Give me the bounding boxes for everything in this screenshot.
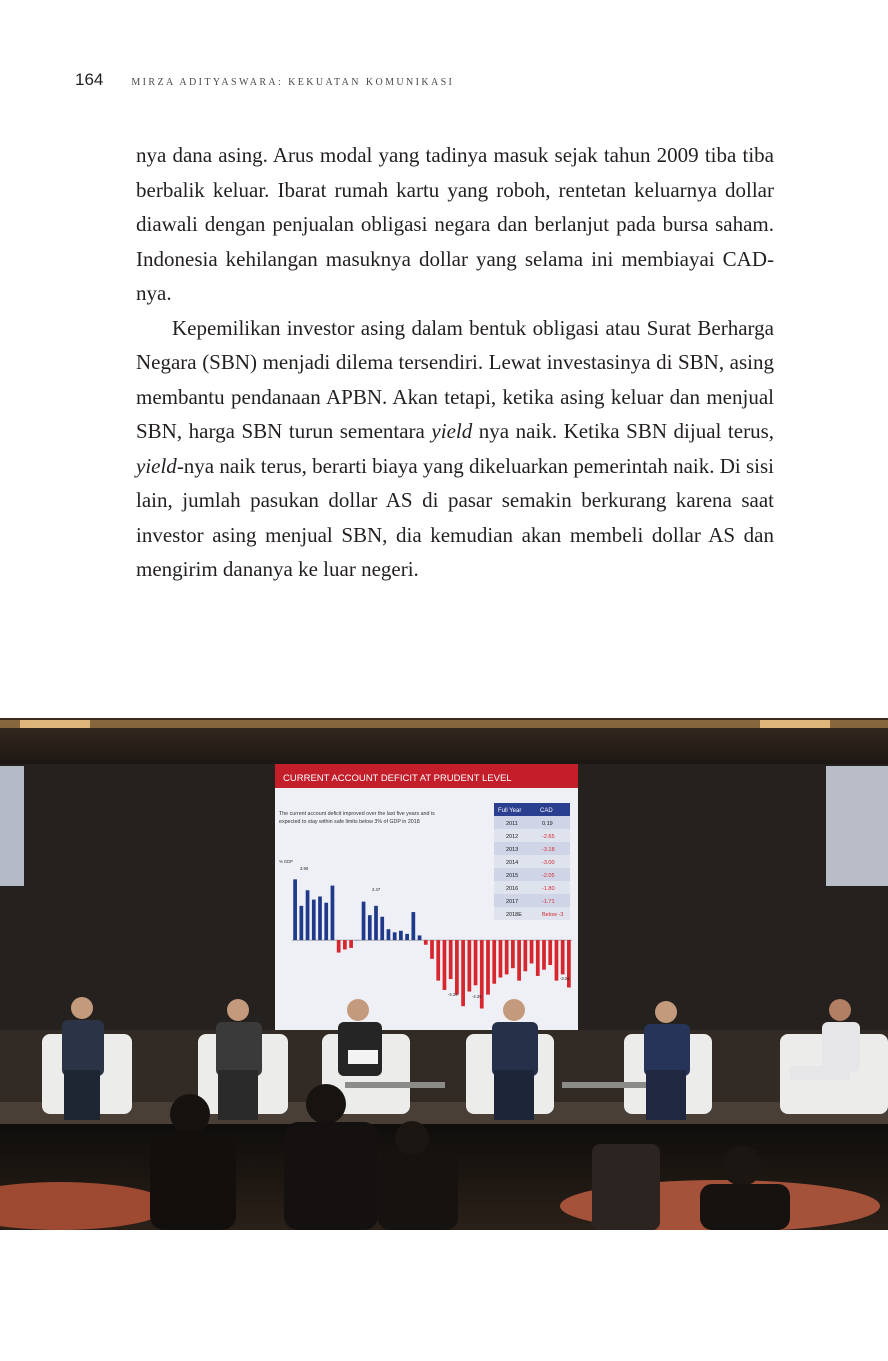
slide-table-cell: 2018E <box>506 912 522 918</box>
slide-table-cell: 2014 <box>506 860 518 866</box>
slide-table-cell: 2016 <box>506 886 518 892</box>
slide-chart-annotation: 2.47 <box>372 887 381 892</box>
slide-table-cell: -1.80 <box>542 886 555 892</box>
slide-chart-bar <box>492 940 497 984</box>
slide-chart-bar <box>380 916 385 941</box>
slide-subtitle-line-1: The current account deficit improved ove… <box>279 811 435 817</box>
running-title: Mirza Adityaswara: Kekuatan Komunikasi <box>131 77 455 88</box>
slide-table-cell: 2015 <box>506 873 518 879</box>
slide-chart-bar <box>318 896 322 941</box>
slide-chart-bar <box>349 940 353 948</box>
slide-chart-bar <box>467 940 472 992</box>
slide-table-header-cell: Full Year <box>498 808 521 814</box>
slide-chart-bar <box>517 940 521 981</box>
slide-cad-table: Full Year CAD 2011 0.19 2012 -2.65 2013 -3.18 20… <box>494 803 570 920</box>
slide-chart-bar <box>511 940 515 969</box>
slide-chart-bar <box>504 940 509 975</box>
slide-chart-bar <box>523 940 528 972</box>
slide-table-cell: -2.65 <box>542 834 555 840</box>
slide-chart-bar <box>399 930 403 941</box>
paragraph-2-yield-1: yield <box>431 419 473 443</box>
paragraph-1: nya dana asing. Arus modal yang tadinya … <box>136 138 774 311</box>
slide-chart-bar <box>392 932 397 941</box>
page-number: 164 <box>75 70 104 89</box>
presentation-slide: CURRENT ACCOUNT DEFICIT AT PRUDENT LEVEL… <box>275 764 578 1030</box>
slide-table-cell: 2011 <box>506 821 518 827</box>
slide-chart-annotation: -4.24 <box>448 992 458 997</box>
slide-table-cell: Below -3 <box>542 912 563 918</box>
slide-chart-bar <box>343 940 347 950</box>
slide-chart-bar <box>448 940 453 980</box>
slide-chart-bar <box>386 929 391 941</box>
slide-chart-bar <box>423 940 428 945</box>
slide-chart-bar <box>336 940 341 953</box>
slide-title: CURRENT ACCOUNT DEFICIT AT PRUDENT LEVEL <box>283 773 512 784</box>
slide-chart-bar <box>529 940 534 964</box>
slide-chart-bar <box>311 899 316 941</box>
slide-table-cell: 2012 <box>506 834 518 840</box>
slide-chart-bar <box>299 905 304 941</box>
slide-chart-bar <box>305 890 310 941</box>
slide-subtitle-line-2: expected to stay within safe limits belo… <box>279 819 420 825</box>
slide-chart-bar <box>498 940 503 978</box>
slide-chart-bar <box>405 933 409 941</box>
slide-chart-bar <box>293 879 297 941</box>
slide-chart-bar <box>461 940 465 1007</box>
paragraph-2-yield-2: yield <box>136 453 177 478</box>
slide-chart-bar <box>324 902 329 941</box>
slide-chart-bar <box>473 940 478 986</box>
body-text: nya dana asing. Arus modal yang tadinya … <box>136 138 774 587</box>
slide-chart-bar <box>361 901 366 941</box>
slide-chart-bar <box>330 885 335 941</box>
slide-table-header-cell: CAD <box>540 808 553 814</box>
slide-y-axis-title: % GDP <box>279 859 293 864</box>
slide-chart-bar <box>436 940 441 981</box>
slide-chart-bar <box>455 940 459 995</box>
slide-chart-bar <box>486 940 490 995</box>
event-photo: CURRENT ACCOUNT DEFICIT AT PRUDENT LEVEL… <box>0 718 888 1230</box>
slide-chart-annotation: -4.39 <box>472 994 482 999</box>
slide-table-cell: 0.19 <box>542 821 553 827</box>
paragraph-1-text: nya dana asing. Arus modal yang tadinya … <box>136 143 774 305</box>
slide-chart-bar <box>542 940 546 970</box>
slide-chart-bar <box>417 935 422 941</box>
paragraph-2-text-b: nya naik. Ketika SBN dijual terus, <box>472 419 774 443</box>
slide-chart-bar <box>560 940 565 975</box>
slide-table-cell: -3.00 <box>542 860 555 866</box>
paragraph-2-text-c: -nya naik terus, berarti biaya yang dike… <box>136 453 774 582</box>
slide-chart-bar <box>442 940 447 990</box>
slide-chart-annotation: 3.90 <box>300 866 309 871</box>
slide-chart-annotation: -3.04 <box>560 976 570 981</box>
slide-table-cell: 2013 <box>506 847 518 853</box>
running-header: 164 Mirza Adityaswara: Kekuatan Komunika… <box>75 70 454 94</box>
slide-chart-bar <box>411 912 416 941</box>
slide-chart-bar <box>430 940 434 959</box>
slide-chart-bar <box>535 940 540 976</box>
event-photo-svg: CURRENT ACCOUNT DEFICIT AT PRUDENT LEVEL… <box>0 718 888 1230</box>
slide-table-cell: -2.05 <box>542 873 555 879</box>
paragraph-2: Kepemilikan investor asing dalam bentuk … <box>136 311 774 587</box>
slide-table-cell: -3.18 <box>542 847 555 853</box>
slide-chart-bar <box>374 905 378 941</box>
slide-chart-bar <box>548 940 553 966</box>
slide-table-cell: -1.71 <box>542 899 555 905</box>
slide-chart-bar <box>367 915 372 941</box>
slide-table-cell: 2017 <box>506 899 518 905</box>
slide-chart-bar <box>554 940 559 981</box>
